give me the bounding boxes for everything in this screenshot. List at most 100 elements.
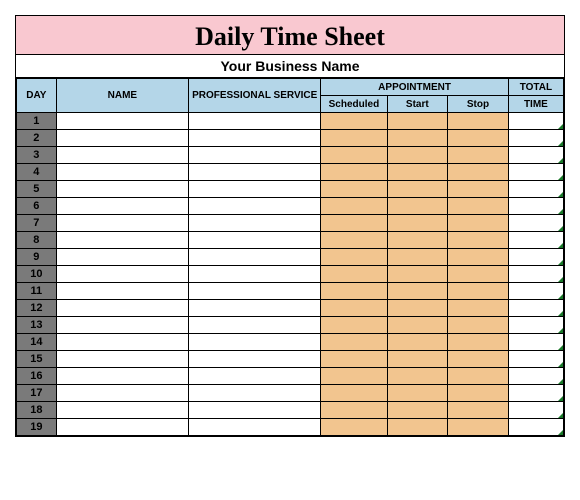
cell-start[interactable] [387,164,448,181]
day-cell[interactable]: 12 [17,300,57,317]
cell-start[interactable] [387,402,448,419]
cell-name[interactable] [56,300,188,317]
cell-stop[interactable] [448,215,509,232]
day-cell[interactable]: 10 [17,266,57,283]
cell-sched[interactable] [321,283,387,300]
cell-prof[interactable] [189,215,321,232]
cell-prof[interactable] [189,147,321,164]
cell-total[interactable] [508,402,563,419]
cell-name[interactable] [56,147,188,164]
cell-stop[interactable] [448,130,509,147]
cell-name[interactable] [56,385,188,402]
cell-start[interactable] [387,300,448,317]
cell-prof[interactable] [189,334,321,351]
cell-start[interactable] [387,385,448,402]
cell-total[interactable] [508,215,563,232]
cell-start[interactable] [387,351,448,368]
day-cell[interactable]: 16 [17,368,57,385]
day-cell[interactable]: 13 [17,317,57,334]
cell-prof[interactable] [189,317,321,334]
cell-prof[interactable] [189,198,321,215]
cell-sched[interactable] [321,317,387,334]
cell-sched[interactable] [321,130,387,147]
day-cell[interactable]: 6 [17,198,57,215]
cell-start[interactable] [387,232,448,249]
cell-sched[interactable] [321,419,387,436]
cell-prof[interactable] [189,249,321,266]
cell-stop[interactable] [448,351,509,368]
day-cell[interactable]: 2 [17,130,57,147]
cell-total[interactable] [508,249,563,266]
cell-sched[interactable] [321,368,387,385]
day-cell[interactable]: 4 [17,164,57,181]
cell-prof[interactable] [189,419,321,436]
cell-total[interactable] [508,334,563,351]
cell-name[interactable] [56,249,188,266]
cell-prof[interactable] [189,351,321,368]
cell-name[interactable] [56,130,188,147]
cell-stop[interactable] [448,232,509,249]
day-cell[interactable]: 18 [17,402,57,419]
cell-stop[interactable] [448,113,509,130]
day-cell[interactable]: 9 [17,249,57,266]
cell-sched[interactable] [321,334,387,351]
cell-stop[interactable] [448,368,509,385]
cell-stop[interactable] [448,147,509,164]
cell-name[interactable] [56,215,188,232]
cell-name[interactable] [56,164,188,181]
cell-sched[interactable] [321,249,387,266]
cell-sched[interactable] [321,198,387,215]
cell-total[interactable] [508,385,563,402]
cell-name[interactable] [56,198,188,215]
cell-name[interactable] [56,351,188,368]
cell-total[interactable] [508,351,563,368]
day-cell[interactable]: 17 [17,385,57,402]
cell-total[interactable] [508,130,563,147]
day-cell[interactable]: 15 [17,351,57,368]
cell-total[interactable] [508,147,563,164]
cell-name[interactable] [56,181,188,198]
cell-sched[interactable] [321,385,387,402]
cell-name[interactable] [56,402,188,419]
cell-prof[interactable] [189,113,321,130]
cell-name[interactable] [56,368,188,385]
cell-stop[interactable] [448,249,509,266]
cell-name[interactable] [56,283,188,300]
day-cell[interactable]: 3 [17,147,57,164]
cell-sched[interactable] [321,147,387,164]
day-cell[interactable]: 11 [17,283,57,300]
cell-prof[interactable] [189,266,321,283]
cell-stop[interactable] [448,317,509,334]
cell-name[interactable] [56,113,188,130]
cell-prof[interactable] [189,232,321,249]
cell-total[interactable] [508,113,563,130]
cell-sched[interactable] [321,113,387,130]
cell-sched[interactable] [321,266,387,283]
cell-sched[interactable] [321,164,387,181]
cell-total[interactable] [508,266,563,283]
cell-total[interactable] [508,317,563,334]
cell-sched[interactable] [321,181,387,198]
day-cell[interactable]: 14 [17,334,57,351]
cell-stop[interactable] [448,198,509,215]
cell-sched[interactable] [321,402,387,419]
cell-total[interactable] [508,164,563,181]
cell-sched[interactable] [321,300,387,317]
cell-total[interactable] [508,300,563,317]
cell-sched[interactable] [321,351,387,368]
cell-total[interactable] [508,368,563,385]
cell-name[interactable] [56,419,188,436]
cell-start[interactable] [387,249,448,266]
cell-start[interactable] [387,283,448,300]
cell-name[interactable] [56,232,188,249]
cell-stop[interactable] [448,181,509,198]
day-cell[interactable]: 7 [17,215,57,232]
cell-start[interactable] [387,147,448,164]
cell-prof[interactable] [189,402,321,419]
cell-sched[interactable] [321,215,387,232]
cell-total[interactable] [508,232,563,249]
cell-total[interactable] [508,198,563,215]
day-cell[interactable]: 19 [17,419,57,436]
cell-stop[interactable] [448,300,509,317]
cell-start[interactable] [387,317,448,334]
